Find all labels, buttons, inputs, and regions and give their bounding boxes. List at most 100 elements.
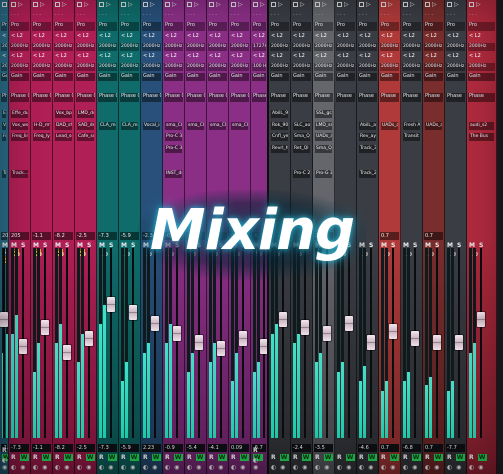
- filter-toggle[interactable]: < L2: [186, 33, 205, 41]
- gain-knob[interactable]: Gain: [76, 73, 95, 81]
- frequency-field[interactable]: 2000Hz: [54, 43, 73, 51]
- filter-toggle-2[interactable]: < L2: [164, 53, 183, 61]
- filter-toggle-2[interactable]: < L2: [1, 53, 7, 61]
- channel-header-icons[interactable]: ▷: [468, 1, 495, 9]
- read-write-buttons[interactable]: R W: [293, 454, 312, 461]
- filter-toggle-2[interactable]: < L2: [186, 53, 205, 61]
- frequency-field[interactable]: 2000Hz: [76, 43, 95, 51]
- channel-header-icons[interactable]: ▷: [164, 1, 183, 9]
- read-write-buttons[interactable]: R W: [143, 454, 162, 461]
- read-write-buttons[interactable]: R W: [271, 454, 290, 461]
- filter-toggle[interactable]: < L2: [120, 33, 139, 41]
- pan-value[interactable]: 2.5: [314, 232, 333, 240]
- channel-header-icons[interactable]: ▷: [380, 1, 399, 9]
- monitor-icon[interactable]: ◐ ◉: [271, 464, 286, 471]
- filter-toggle-2[interactable]: < L2: [314, 53, 333, 61]
- insert-slot[interactable]: Cnfl_ye: [271, 133, 288, 141]
- frequency-field[interactable]: 2000Hz: [358, 43, 377, 51]
- read-write-buttons[interactable]: R W: [469, 454, 488, 461]
- monitor-icon[interactable]: ◐ ◉: [403, 464, 418, 471]
- filter-toggle-2[interactable]: < L2: [270, 53, 289, 61]
- frequency-field-2[interactable]: 2000Hz: [380, 63, 399, 71]
- volume-fader[interactable]: [455, 335, 463, 350]
- frequency-field-2[interactable]: 2000Hz: [142, 63, 161, 71]
- volume-fader[interactable]: [173, 325, 181, 341]
- read-write-buttons[interactable]: R W: [425, 454, 444, 461]
- volume-fader[interactable]: [0, 312, 8, 328]
- channel-header-icons[interactable]: ▷: [252, 1, 266, 9]
- gain-knob[interactable]: Gain: [164, 73, 183, 81]
- volume-fader[interactable]: [151, 316, 159, 331]
- volume-fader[interactable]: [279, 312, 287, 328]
- frequency-field[interactable]: 2000Hz: [32, 43, 51, 51]
- filter-toggle-2[interactable]: < L2: [336, 53, 355, 61]
- insert-slot[interactable]: Effe_dut: [11, 110, 28, 118]
- filter-toggle-2[interactable]: < L2: [468, 53, 495, 61]
- monitor-icon[interactable]: ◐ ◉: [359, 464, 374, 471]
- insert-slot[interactable]: Track..: [2, 170, 6, 178]
- read-write-buttons[interactable]: R W: [337, 454, 356, 461]
- volume-fader[interactable]: [433, 335, 441, 350]
- frequency-field-2[interactable]: 2000Hz: [32, 63, 51, 71]
- insert-slot[interactable]: sma_Cl4: [231, 122, 248, 130]
- preset-slot[interactable]: Pro: [98, 22, 117, 31]
- preset-slot[interactable]: Pro: [446, 22, 465, 31]
- filter-toggle[interactable]: < L2: [164, 33, 183, 41]
- pan-value[interactable]: -6.7: [252, 232, 266, 240]
- phase-button[interactable]: Phase: [380, 93, 399, 102]
- insert-slot[interactable]: Freq_lin: [11, 133, 28, 141]
- filter-toggle-2[interactable]: < L2: [292, 53, 311, 61]
- pan-value[interactable]: -0.9: [164, 232, 183, 240]
- phase-button[interactable]: Phase 0°: [252, 93, 266, 102]
- channel-header-icons[interactable]: ▷: [230, 1, 249, 9]
- gain-knob[interactable]: Gain: [424, 73, 443, 81]
- insert-slot[interactable]: The Bus: [469, 133, 494, 141]
- insert-slot[interactable]: CLA_mi: [99, 122, 116, 130]
- filter-toggle[interactable]: < L2: [10, 33, 29, 41]
- insert-slot[interactable]: Revrl_hl: [271, 145, 288, 153]
- read-write-buttons[interactable]: R W: [403, 454, 422, 461]
- pan-value[interactable]: -2.3: [142, 232, 161, 240]
- phase-button[interactable]: Phase: [314, 93, 333, 102]
- preset-slot[interactable]: Pro: [230, 22, 249, 31]
- frequency-field-2[interactable]: 2000Hz: [424, 63, 443, 71]
- insert-slot[interactable]: sma_Cl4: [187, 122, 204, 130]
- monitor-icon[interactable]: ◐ ◉: [315, 464, 330, 471]
- frequency-field-2[interactable]: 2000Hz: [336, 63, 355, 71]
- insert-slot[interactable]: Transit: [403, 133, 420, 141]
- volume-fader[interactable]: [41, 319, 49, 335]
- insert-slot[interactable]: SAD_ds: [77, 122, 94, 130]
- pan-value[interactable]: 205: [10, 232, 29, 240]
- preset-slot[interactable]: Pro: [142, 22, 161, 31]
- filter-toggle-2[interactable]: < L2: [76, 53, 95, 61]
- channel-header-icons[interactable]: ▷: [208, 1, 227, 9]
- frequency-field[interactable]: 2000Hz: [402, 43, 421, 51]
- insert-slot[interactable]: Track_3: [359, 145, 376, 153]
- read-write-buttons[interactable]: R W: [315, 454, 334, 461]
- preset-slot[interactable]: Pro: [1, 22, 7, 31]
- preset-slot[interactable]: Pro: [54, 22, 73, 31]
- channel-header-icons[interactable]: ▷: [186, 1, 205, 9]
- filter-toggle-2[interactable]: < L2: [54, 53, 73, 61]
- gain-knob[interactable]: Gain: [402, 73, 421, 81]
- gain-knob[interactable]: Gain: [142, 73, 161, 81]
- volume-fader[interactable]: [389, 323, 397, 339]
- frequency-field-2[interactable]: 2000Hz: [186, 63, 205, 71]
- channel-header-icons[interactable]: ▷: [292, 1, 311, 9]
- pan-value[interactable]: 205: [1, 232, 8, 240]
- preset-slot[interactable]: Pro: [468, 22, 495, 31]
- insert-slot[interactable]: LMD_ssl: [315, 122, 332, 130]
- filter-toggle[interactable]: < L2: [424, 33, 443, 41]
- phase-button[interactable]: Phase 0°: [230, 93, 249, 102]
- filter-toggle-2[interactable]: < L2: [446, 53, 465, 61]
- read-write-buttons[interactable]: R W: [77, 454, 96, 461]
- monitor-icon[interactable]: ◐ ◉: [165, 464, 180, 471]
- phase-button[interactable]: Phase 0°: [186, 93, 205, 102]
- filter-toggle[interactable]: < L2: [32, 33, 51, 41]
- frequency-field[interactable]: 2000Hz: [270, 43, 289, 51]
- insert-slot[interactable]: DAD_sh: [55, 122, 72, 130]
- filter-toggle[interactable]: < L2: [98, 33, 117, 41]
- phase-button[interactable]: Phase: [358, 93, 377, 102]
- volume-fader[interactable]: [19, 338, 27, 354]
- frequency-field[interactable]: 2000Hz: [164, 43, 183, 51]
